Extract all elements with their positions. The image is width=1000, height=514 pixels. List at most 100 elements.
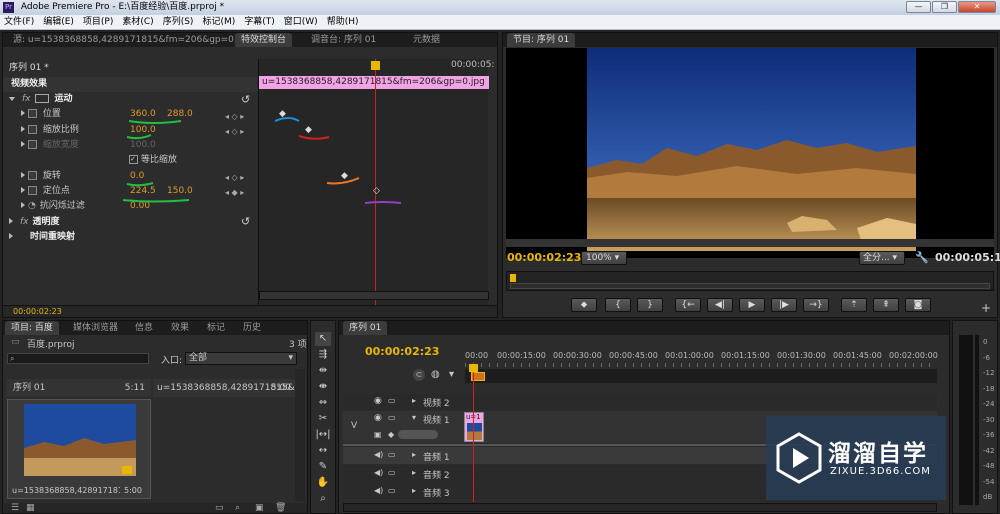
expand-track-icon[interactable]: ▸ (412, 468, 416, 477)
keyframe-nav-pill[interactable] (398, 430, 438, 439)
expand-icon[interactable] (21, 187, 25, 193)
speaker-icon[interactable]: ◀) (374, 486, 383, 495)
speaker-icon[interactable]: ◀) (374, 450, 383, 459)
lock-icon[interactable]: ▭ (388, 468, 396, 477)
slide-tool-icon[interactable]: ↔ (315, 444, 331, 458)
program-playhead[interactable] (510, 274, 516, 282)
expand-track-icon[interactable]: ▸ (412, 450, 416, 459)
go-to-in-button[interactable]: {← (675, 298, 701, 312)
close-button[interactable]: ✕ (958, 1, 996, 13)
timeline-scrollbar[interactable] (343, 503, 937, 512)
collapse-track-icon[interactable]: ▾ (412, 413, 416, 422)
video-viewport[interactable] (506, 48, 994, 258)
expand-icon[interactable] (9, 97, 15, 101)
stopwatch-icon[interactable] (28, 186, 37, 195)
eye-icon[interactable]: ◉ (374, 396, 382, 406)
expand-icon[interactable] (9, 233, 13, 239)
stopwatch-icon[interactable] (28, 125, 37, 134)
menu-project[interactable]: 项目(P) (83, 17, 113, 27)
add-button-icon[interactable]: + (981, 301, 991, 315)
keyframe-area[interactable]: u=1538368858,4289171815&fm=206&gp=0.jpg … (258, 59, 489, 305)
icon-view-icon[interactable]: ▦ (26, 503, 35, 513)
tab-metadata[interactable]: 元数据 (407, 33, 446, 47)
quality-select[interactable]: 全分... ▾ (859, 251, 905, 265)
tab-effects[interactable]: 效果 (165, 321, 195, 335)
fx-icon[interactable]: fx (20, 217, 29, 227)
expand-icon[interactable] (21, 126, 25, 132)
maximize-button[interactable]: ❐ (932, 1, 957, 13)
fx-icon[interactable]: fx (22, 94, 31, 104)
display-style-icon[interactable]: ▣ (374, 430, 382, 439)
video-target-label[interactable]: V (351, 421, 357, 431)
reset-icon[interactable]: ↺ (241, 93, 250, 106)
new-item-icon[interactable]: ▣ (255, 503, 264, 513)
menu-clip[interactable]: 素材(C) (122, 17, 153, 27)
stopwatch-icon[interactable] (28, 140, 37, 149)
play-button[interactable]: ▶ (739, 298, 765, 312)
video-clip[interactable]: u=1 (464, 412, 484, 442)
step-forward-button[interactable]: |▶ (771, 298, 797, 312)
effect-opacity[interactable]: fx 透明度 (9, 215, 60, 230)
razor-tool-icon[interactable]: ✂ (315, 412, 331, 426)
expand-icon[interactable] (21, 110, 25, 116)
expand-icon[interactable] (21, 202, 25, 208)
trash-icon[interactable]: 🗑 (275, 503, 286, 513)
work-area-bar[interactable] (465, 369, 937, 383)
effect-current-time[interactable]: 00:00:02:23 (13, 306, 62, 318)
tab-history[interactable]: 历史 (237, 321, 267, 335)
tab-program[interactable]: 节目: 序列 01 (507, 33, 576, 47)
zoom-tool-icon[interactable]: ⌕ (315, 492, 331, 506)
keyframe-nav[interactable]: ◂ ◇ ▸ (225, 124, 244, 139)
keyframe-scrollbar[interactable] (259, 291, 489, 300)
rate-stretch-tool-icon[interactable]: ⇔ (315, 396, 331, 410)
tab-markers[interactable]: 标记 (201, 321, 231, 335)
keyframe-toggle-icon[interactable]: ◆ (388, 430, 394, 439)
speaker-icon[interactable]: ◀) (374, 468, 383, 477)
tab-info[interactable]: 信息 (129, 321, 159, 335)
marker-icon[interactable]: ▾ (449, 369, 454, 380)
menu-help[interactable]: 帮助(H) (327, 17, 359, 27)
expand-icon[interactable] (9, 218, 13, 224)
target-icon[interactable]: ◍ (431, 369, 440, 380)
project-scrollbar[interactable] (295, 369, 305, 501)
tab-audio-mixer[interactable]: 调音台: 序列 01 (305, 33, 382, 47)
search-input[interactable]: ⌕ (7, 353, 149, 364)
expand-track-icon[interactable]: ▸ (412, 396, 416, 405)
add-marker-button[interactable]: ⬥ (571, 298, 597, 312)
lock-icon[interactable]: ▭ (388, 413, 396, 422)
minimize-button[interactable]: — (906, 1, 931, 13)
go-to-out-button[interactable]: →} (803, 298, 829, 312)
keyframe-nav[interactable]: ◂ ◆ ▸ (225, 185, 244, 200)
eye-icon[interactable]: ◉ (374, 413, 382, 423)
track-select-tool-icon[interactable]: ⇶ (315, 348, 331, 362)
expand-track-icon[interactable]: ▸ (412, 486, 416, 495)
program-scrubber[interactable] (506, 271, 994, 291)
tab-source[interactable]: 源: u=1538368858,4289171815&fm=206&gp=0.j… (7, 33, 257, 47)
list-view-icon[interactable]: ☰ (11, 503, 19, 513)
export-frame-button[interactable]: ◙ (905, 298, 931, 312)
zoom-select[interactable]: 100% ▾ (581, 251, 627, 265)
timeline-playhead-handle[interactable] (469, 364, 478, 372)
timeline-playhead[interactable] (473, 362, 474, 502)
clip-item[interactable]: u=1538368858,4289171815&... 5:00 (153, 379, 297, 397)
reset-icon[interactable]: ↺ (241, 215, 250, 228)
lock-icon[interactable]: ▭ (388, 486, 396, 495)
selection-tool-icon[interactable]: ↖ (315, 332, 331, 346)
tab-sequence[interactable]: 序列 01 (343, 321, 388, 335)
keyframe-nav[interactable]: ◂ ◇ ▸ (225, 170, 244, 185)
search-icon[interactable]: ⌕ (235, 503, 240, 513)
bin-icon[interactable]: ▭ (215, 503, 224, 513)
step-back-button[interactable]: ◀| (707, 298, 733, 312)
keyframe-nav[interactable]: ◂ ◇ ▸ (225, 109, 244, 124)
mark-in-button[interactable]: { (605, 298, 631, 312)
lock-icon[interactable]: ▭ (388, 396, 396, 405)
timeline-ruler[interactable]: 00:00 00:00:15:00 00:00:30:00 00:00:45:0… (465, 351, 938, 363)
wrench-icon[interactable]: 🔧 (915, 251, 929, 264)
stopwatch-icon[interactable]: ◔ (28, 201, 36, 211)
viewer-scrollbar[interactable] (506, 239, 994, 247)
stopwatch-icon[interactable] (28, 171, 37, 180)
mark-out-button[interactable]: } (637, 298, 663, 312)
effect-time-remap[interactable]: 时间重映射 (9, 230, 75, 245)
menu-file[interactable]: 文件(F) (4, 17, 34, 27)
menu-sequence[interactable]: 序列(S) (163, 17, 194, 27)
